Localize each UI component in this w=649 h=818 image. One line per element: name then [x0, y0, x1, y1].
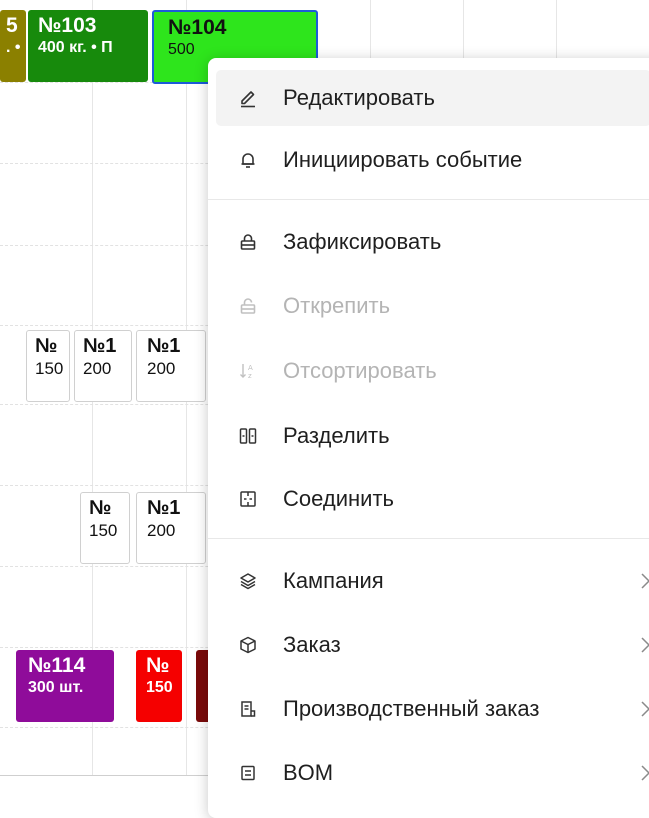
- menu-item-trigger-event[interactable]: Инициировать событие: [216, 132, 649, 188]
- order-quantity: 500: [168, 41, 195, 58]
- menu-item-label: Производственный заказ: [283, 696, 540, 721]
- chevron-right-icon: [635, 761, 649, 785]
- order-number: №: [146, 654, 170, 677]
- menu-item-label: Отсортировать: [283, 358, 437, 383]
- order-number: №114: [28, 654, 86, 677]
- order-bar[interactable]: 5 . •: [0, 10, 26, 82]
- split-icon: [236, 424, 260, 448]
- chevron-right-icon: [635, 633, 649, 657]
- menu-item-bom[interactable]: BOM: [216, 745, 649, 801]
- order-number: №103: [38, 14, 97, 37]
- bell-icon: [236, 148, 260, 172]
- menu-item-label: Зафиксировать: [283, 229, 442, 254]
- menu-item-label: Кампания: [283, 568, 384, 593]
- order-bar[interactable]: №1 200: [74, 330, 132, 402]
- chevron-right-icon: [635, 697, 649, 721]
- pencil-icon: [236, 86, 260, 110]
- menu-item-label: Разделить: [283, 423, 390, 448]
- lock-icon: [236, 230, 260, 254]
- box-icon: [236, 633, 260, 657]
- document-icon: [236, 697, 260, 721]
- menu-item-lock[interactable]: Зафиксировать: [216, 214, 649, 270]
- bom-icon: [236, 761, 260, 785]
- order-quantity: 150: [35, 359, 64, 378]
- order-quantity: 150: [146, 679, 173, 696]
- unlock-icon: [236, 294, 260, 318]
- merge-icon: [236, 487, 260, 511]
- order-quantity: 200: [147, 521, 176, 540]
- order-bar[interactable]: №103 400 кг. • П: [28, 10, 148, 82]
- order-quantity: 150: [89, 521, 118, 540]
- order-number: №1: [147, 335, 181, 357]
- order-quantity: 300 шт.: [28, 679, 84, 696]
- order-number: №1: [83, 335, 117, 357]
- order-bar[interactable]: № 150: [80, 492, 130, 564]
- menu-separator: [208, 199, 649, 200]
- svg-text:A: A: [248, 364, 253, 372]
- svg-text:z: z: [248, 372, 252, 380]
- order-number: №: [89, 497, 112, 519]
- menu-item-sort[interactable]: Az Отсортировать: [216, 343, 649, 399]
- menu-item-edit[interactable]: Редактировать: [216, 70, 649, 126]
- menu-item-split[interactable]: Разделить: [216, 408, 649, 464]
- menu-separator: [208, 538, 649, 539]
- sort-icon: Az: [236, 359, 260, 383]
- menu-item-campaign[interactable]: Кампания: [216, 553, 649, 609]
- chevron-right-icon: [635, 569, 649, 593]
- order-number: №104: [168, 16, 227, 39]
- menu-item-label: Инициировать событие: [283, 147, 523, 172]
- order-quantity: . •: [6, 39, 21, 56]
- order-number: 5: [6, 14, 18, 37]
- order-quantity: 200: [83, 359, 112, 378]
- menu-item-label: Редактировать: [283, 85, 435, 110]
- menu-item-merge[interactable]: Соединить: [216, 471, 649, 527]
- order-bar[interactable]: №1 200: [136, 330, 206, 402]
- menu-item-label: Заказ: [283, 632, 341, 657]
- order-quantity: 200: [147, 359, 176, 378]
- menu-item-label: Соединить: [283, 486, 394, 511]
- context-menu: Редактировать Инициировать событие Зафик…: [208, 58, 649, 818]
- order-bar[interactable]: № 150: [26, 330, 70, 402]
- order-quantity: 400 кг. • П: [38, 39, 113, 56]
- menu-item-unlock[interactable]: Открепить: [216, 278, 649, 334]
- menu-item-production-order[interactable]: Производственный заказ: [216, 681, 649, 737]
- order-bar[interactable]: №1 200: [136, 492, 206, 564]
- layers-icon: [236, 569, 260, 593]
- order-number: №: [35, 335, 58, 357]
- order-bar[interactable]: № 150: [136, 650, 182, 722]
- menu-item-label: Открепить: [283, 293, 391, 318]
- order-number: №1: [147, 497, 181, 519]
- menu-item-label: BOM: [283, 760, 334, 785]
- order-bar[interactable]: №114 300 шт.: [16, 650, 114, 722]
- menu-item-order[interactable]: Заказ: [216, 617, 649, 673]
